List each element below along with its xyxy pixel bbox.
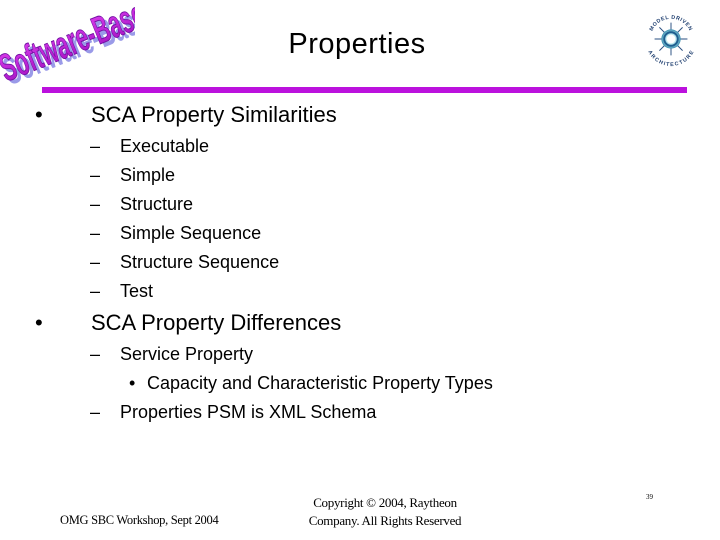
dash-icon: – [90,223,101,243]
list-item-text: Simple Sequence [120,223,262,243]
dash-icon: – [90,194,101,214]
dash-icon: – [90,344,101,364]
list-item-text: Executable [120,136,210,156]
list-item: – Simple Sequence [90,222,261,244]
slide-number: 39 [646,493,653,501]
list-item: – Structure [90,193,193,215]
section-heading: • SCA Property Differences [33,310,341,336]
small-bullet-icon: • [129,373,136,393]
copyright-line-1: Copyright © 2004, Raytheon [313,495,457,510]
list-item: – Structure Sequence [90,251,279,273]
dash-icon: – [90,252,101,272]
list-item-text: Structure [120,194,194,214]
mda-logo: MODEL DRIVEN ARCHITECTURE [646,15,695,68]
list-item-text: Simple [120,165,176,185]
list-item-text: Service Property [120,344,254,364]
section-heading-text: SCA Property Similarities [91,102,337,127]
dash-icon: – [90,281,101,301]
bullet-icon: • [35,310,43,335]
list-item-text: Test [120,281,154,301]
list-item: – Properties PSM is XML Schema [90,401,376,423]
copyright-line-2: Company. All Rights Reserved [308,513,462,528]
list-item: – Test [90,280,153,302]
list-item-text: Structure Sequence [120,252,280,272]
title-divider [42,87,687,93]
dash-icon: – [90,136,101,156]
list-item: – Executable [90,135,209,157]
list-item-text: Properties PSM is XML Schema [120,402,377,422]
bullet-icon: • [35,102,43,127]
section-heading: • SCA Property Similarities [33,102,337,128]
footer-copyright: Copyright © 2004, Raytheon Company. All … [270,494,500,530]
sub-list-item: • Capacity and Characteristic Property Ty… [129,372,493,394]
list-item: – Service Property [90,343,253,365]
sub-list-item-text: Capacity and Characteristic Property Typ… [147,373,493,393]
footer-event: OMG SBC Workshop, Sept 2004 [60,513,219,527]
list-item: – Simple [90,164,175,186]
section-heading-text: SCA Property Differences [91,310,342,335]
page-title: Properties [288,28,426,60]
dash-icon: – [90,165,101,185]
dash-icon: – [90,402,101,422]
